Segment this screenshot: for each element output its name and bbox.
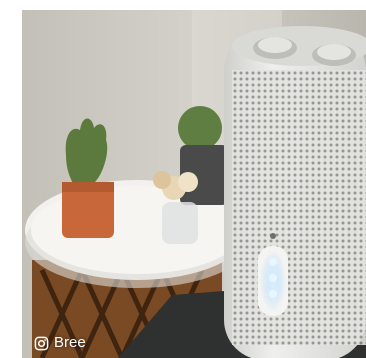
instagram-icon bbox=[34, 336, 49, 350]
photo-credit: Bree bbox=[34, 334, 86, 352]
photo-card: Bree bbox=[0, 0, 366, 358]
product-photo bbox=[22, 10, 366, 358]
credit-name: Bree bbox=[54, 334, 86, 351]
air-purifier bbox=[224, 26, 366, 358]
photo-illustration bbox=[22, 10, 366, 358]
